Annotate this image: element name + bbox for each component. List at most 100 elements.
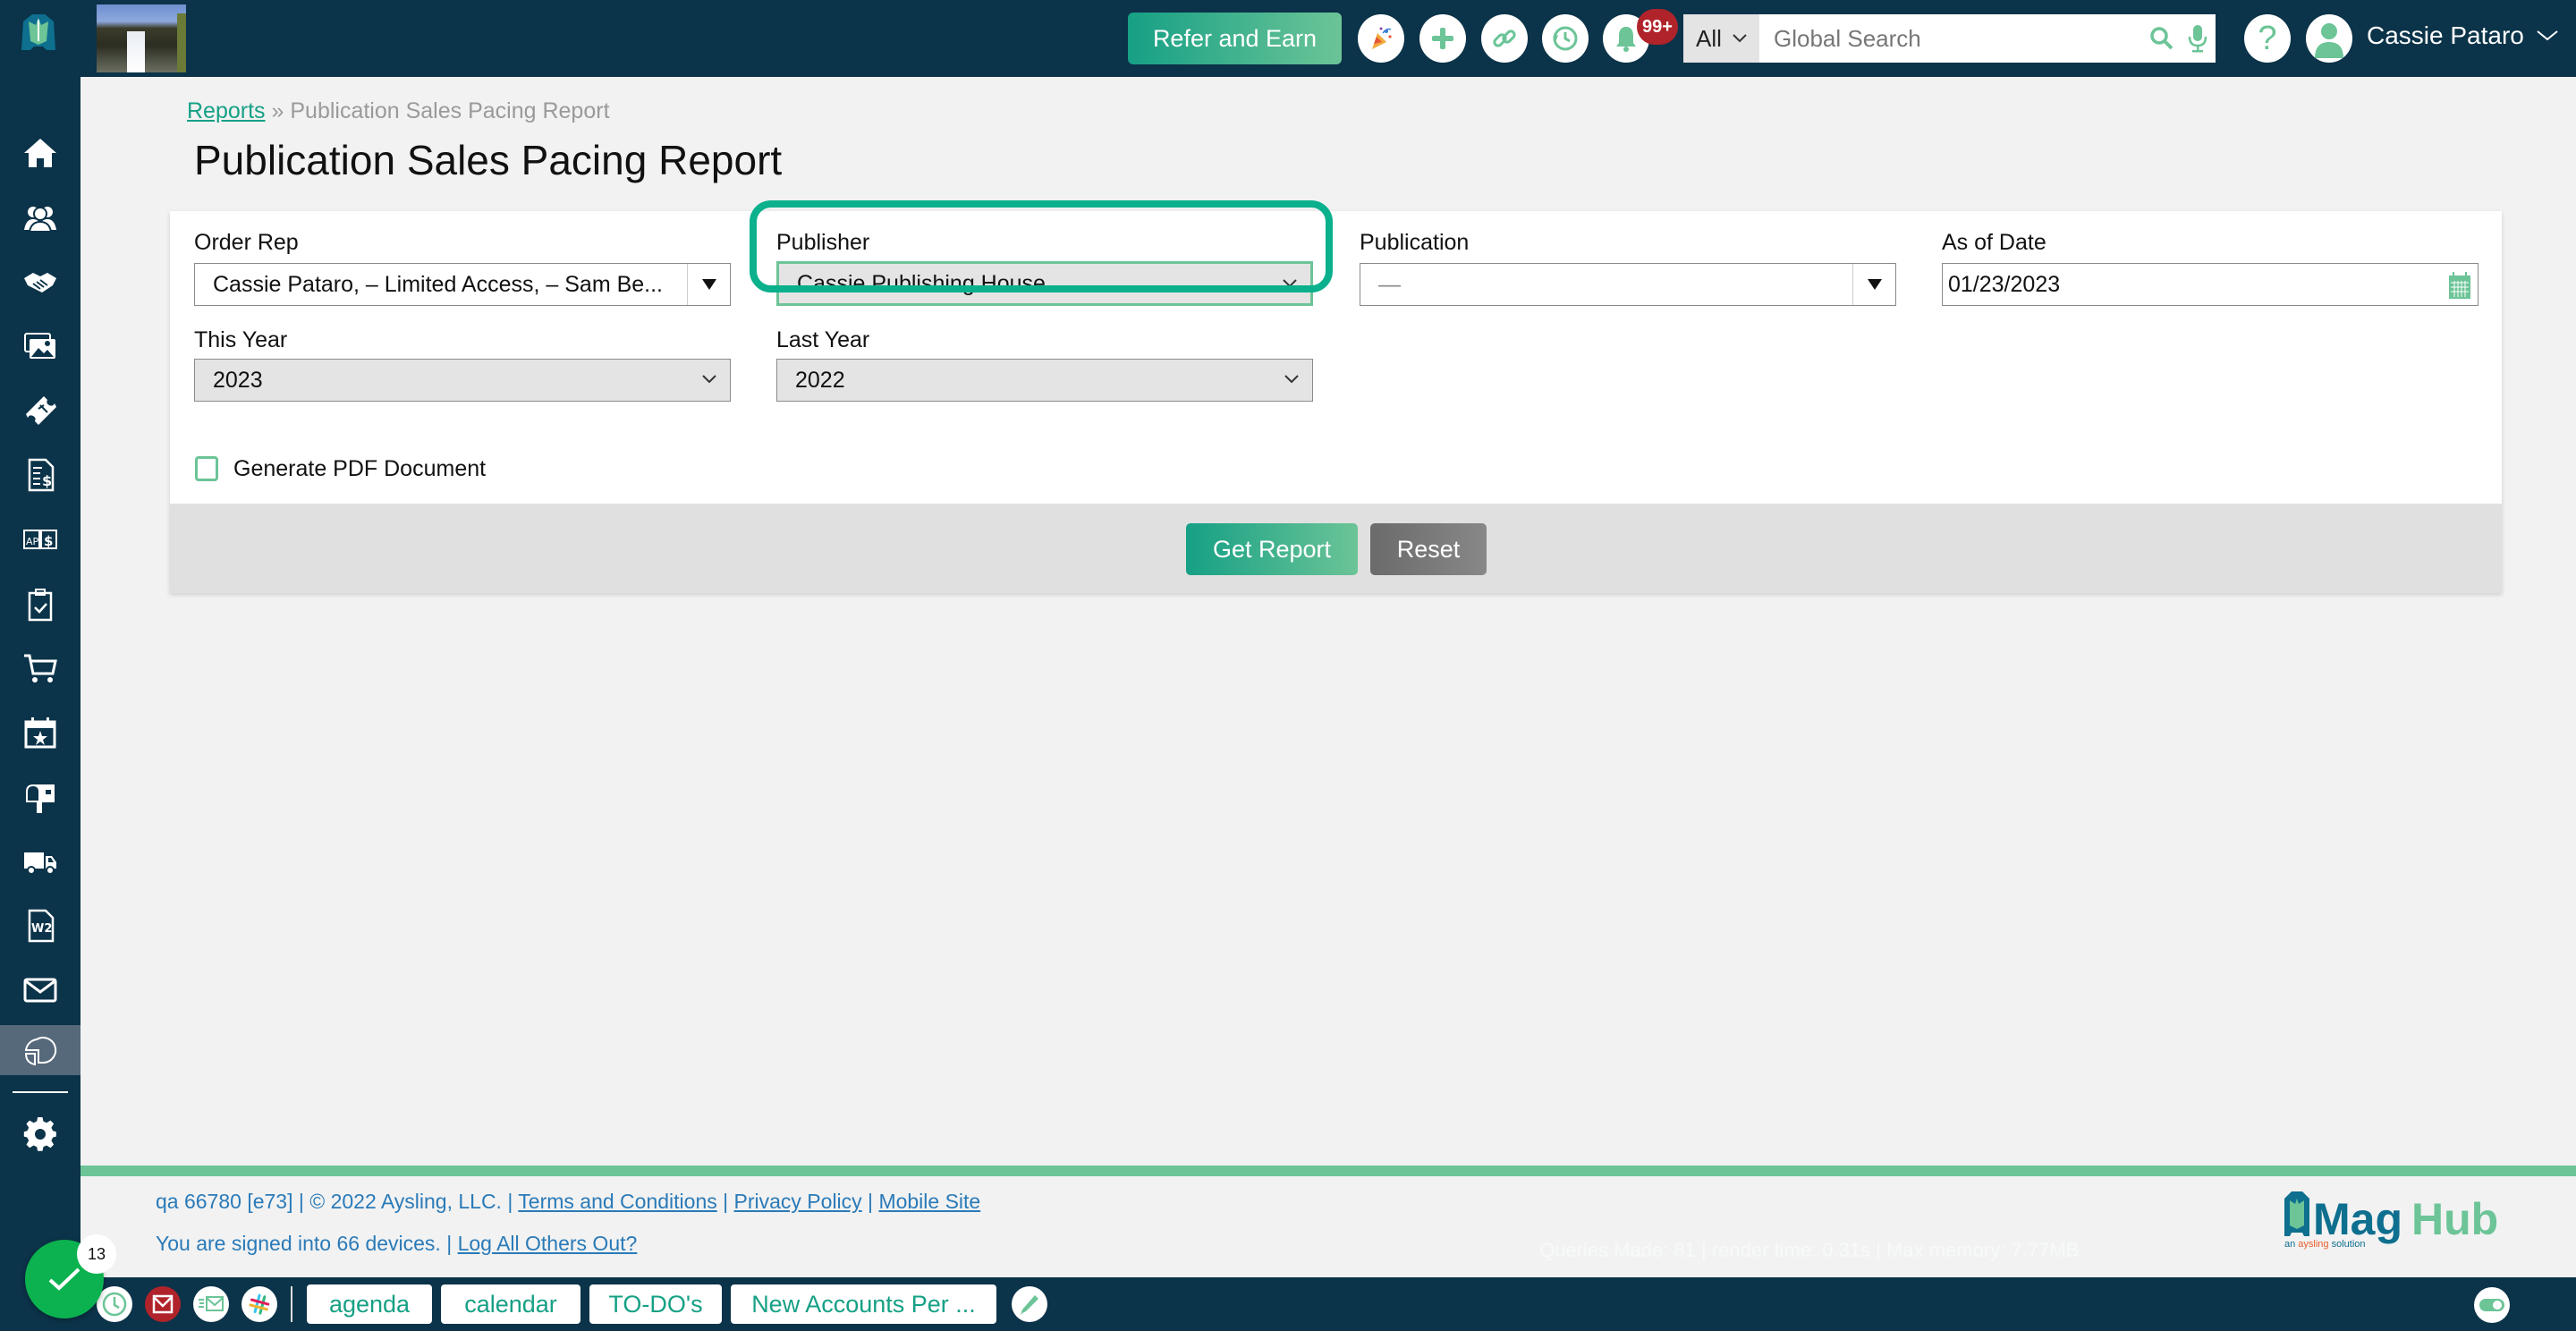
sidebar-item-billing[interactable]: $: [0, 444, 80, 506]
home-icon: [24, 139, 56, 167]
clipboard-check-icon: [28, 589, 53, 622]
taskbar-tab-agenda[interactable]: agenda: [307, 1284, 432, 1324]
publication-select[interactable]: —: [1360, 263, 1896, 306]
reset-button[interactable]: Reset: [1370, 523, 1487, 575]
taskbar-tab-todos[interactable]: TO-DO's: [589, 1284, 722, 1324]
microphone-icon[interactable]: [2180, 14, 2216, 63]
mobile-site-link[interactable]: Mobile Site: [878, 1190, 980, 1213]
sidebar-item-tickets[interactable]: [0, 379, 80, 442]
sidebar-item-reports[interactable]: [0, 1025, 80, 1075]
caret-down-icon[interactable]: [1852, 264, 1895, 305]
ap-dollar-icon: AP $: [23, 530, 57, 549]
slack-icon[interactable]: [242, 1286, 277, 1322]
header-banner-image: [97, 4, 186, 72]
search-icon[interactable]: [2144, 14, 2180, 63]
inbox-icon[interactable]: [145, 1286, 181, 1322]
privacy-link[interactable]: Privacy Policy: [734, 1190, 862, 1213]
svg-text:AP: AP: [26, 536, 39, 547]
order-rep-select[interactable]: Cassie Pataro, – Limited Access, – Sam B…: [194, 263, 731, 306]
this-year-select[interactable]: 2023: [194, 359, 731, 402]
people-icon: [24, 207, 56, 233]
taskbar-tab-calendar[interactable]: calendar: [441, 1284, 580, 1324]
user-menu[interactable]: Cassie Pataro: [2367, 21, 2558, 50]
envelope-icon: [23, 978, 57, 1003]
publication-label: Publication: [1360, 230, 1470, 255]
ticket-icon: [26, 396, 56, 425]
breadcrumb-reports-link[interactable]: Reports: [187, 98, 266, 123]
taskbar-tab-new-accounts[interactable]: New Accounts Per ...: [731, 1284, 996, 1324]
generate-pdf-label[interactable]: Generate PDF Document: [233, 456, 486, 482]
footer-legal: qa 66780 [e73] | © 2022 Aysling, LLC. | …: [156, 1190, 981, 1213]
svg-text:$: $: [42, 472, 52, 489]
chevron-down-icon: [2537, 30, 2558, 41]
taskbar-separator: [291, 1286, 292, 1322]
global-search-input[interactable]: [1759, 14, 2144, 63]
search-scope-value: All: [1696, 24, 1722, 52]
send-email-icon[interactable]: [193, 1286, 229, 1322]
mailbox-icon: [26, 784, 55, 813]
party-popper-icon[interactable]: [1358, 14, 1404, 63]
calendar-icon[interactable]: [2447, 271, 2472, 300]
publisher-label: Publisher: [776, 230, 870, 255]
app-logo-icon[interactable]: [16, 11, 61, 54]
svg-text:an aysling solution: an aysling solution: [2284, 1239, 2366, 1250]
generate-pdf-checkbox[interactable]: [195, 456, 218, 481]
sidebar-divider: [13, 1091, 68, 1093]
sidebar-item-orders[interactable]: [0, 637, 80, 699]
log-others-out-link[interactable]: Log All Others Out?: [458, 1232, 638, 1255]
performance-stats: Queries Made: 81 | render time: 0.31s | …: [1539, 1239, 2080, 1261]
as-of-date-value: 01/23/2023: [1948, 271, 2061, 297]
help-icon[interactable]: ?: [2244, 14, 2291, 63]
pencil-icon[interactable]: [1012, 1286, 1047, 1322]
last-year-select[interactable]: 2022: [776, 359, 1313, 402]
breadcrumb: Reports » Publication Sales Pacing Repor…: [187, 98, 610, 124]
link-icon[interactable]: [1481, 14, 1528, 63]
fab-count-badge: 13: [77, 1234, 116, 1274]
plus-icon[interactable]: [1419, 14, 1466, 63]
terms-link[interactable]: Terms and Conditions: [518, 1190, 716, 1213]
svg-text:W2: W2: [31, 922, 52, 936]
sidebar-item-shipping[interactable]: [0, 830, 80, 893]
sidebar-item-accounts-payable[interactable]: AP $: [0, 508, 80, 571]
sidebar-item-media[interactable]: [0, 315, 80, 377]
as-of-date-input[interactable]: 01/23/2023: [1942, 263, 2479, 306]
sidebar-item-deals[interactable]: [0, 250, 80, 313]
footer-build-info: qa 66780 [e73] | © 2022 Aysling, LLC. |: [156, 1190, 513, 1213]
sidebar-item-w2[interactable]: W2: [0, 894, 80, 957]
chevron-down-icon: [1284, 375, 1299, 384]
get-report-button[interactable]: Get Report: [1186, 523, 1358, 575]
user-avatar[interactable]: [2306, 14, 2352, 63]
toggle-switch-icon[interactable]: [2474, 1287, 2510, 1323]
sidebar: $ AP $ W2: [0, 77, 80, 1331]
order-rep-label: Order Rep: [194, 230, 299, 255]
chevron-down-icon: [702, 375, 716, 384]
user-icon: [2315, 23, 2343, 58]
breadcrumb-current: Publication Sales Pacing Report: [290, 98, 610, 123]
footer-sessions: You are signed into 66 devices. | Log Al…: [156, 1232, 637, 1256]
history-icon[interactable]: [1542, 14, 1589, 63]
publisher-select[interactable]: Cassie Publishing House: [776, 261, 1313, 306]
sidebar-item-home[interactable]: [0, 122, 80, 184]
chevron-down-icon: [1733, 34, 1747, 43]
handshake-icon: [24, 273, 56, 292]
sidebar-item-events[interactable]: [0, 701, 80, 764]
sidebar-item-tasks[interactable]: [0, 572, 80, 635]
clock-icon[interactable]: [97, 1286, 132, 1322]
sidebar-item-settings[interactable]: [0, 1104, 80, 1166]
sidebar-item-contacts[interactable]: [0, 186, 80, 249]
logo-mag: Mag: [2313, 1194, 2402, 1244]
chevron-down-icon: [1283, 279, 1297, 288]
publisher-value: Cassie Publishing House: [797, 270, 1046, 296]
maghub-logo: Mag Hub an aysling solution: [2283, 1190, 2506, 1252]
caret-down-icon[interactable]: [687, 264, 730, 305]
pie-chart-icon: [24, 1037, 57, 1066]
publication-value: —: [1378, 271, 1401, 297]
w2-form-icon: W2: [28, 909, 55, 943]
search-scope-select[interactable]: All: [1683, 14, 1759, 63]
logo-hub: Hub: [2411, 1194, 2498, 1244]
sidebar-item-mail[interactable]: [0, 766, 80, 828]
refer-and-earn-button[interactable]: Refer and Earn: [1128, 13, 1342, 64]
as-of-date-label: As of Date: [1942, 230, 2046, 255]
svg-text:$: $: [44, 533, 53, 549]
sidebar-item-email[interactable]: [0, 959, 80, 1022]
